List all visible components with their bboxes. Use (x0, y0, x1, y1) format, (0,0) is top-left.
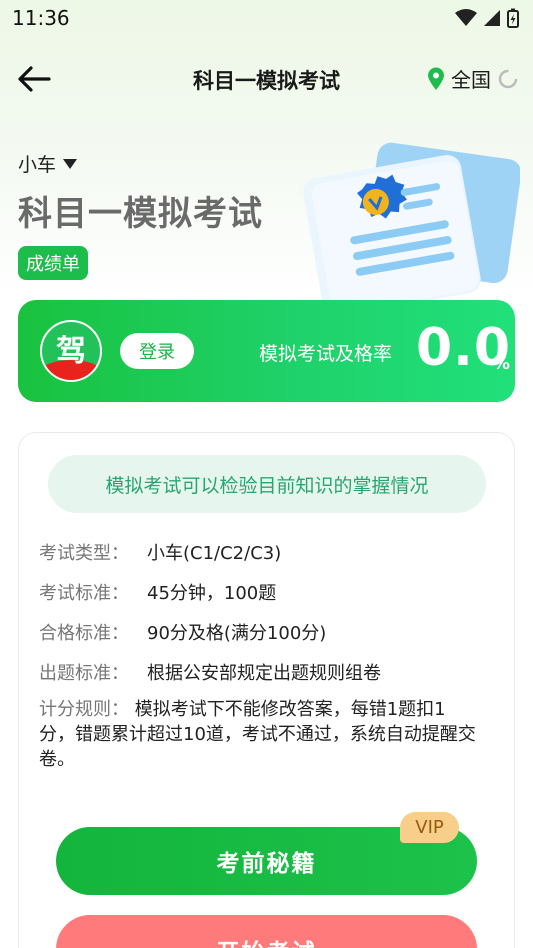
rule-value: 小车(C1/C2/C3) (147, 543, 282, 564)
rule-key: 合格标准： (39, 623, 129, 644)
pass-rate-label: 模拟考试及格率 (259, 343, 393, 365)
rule-key: 考试类型： (39, 543, 129, 564)
start-exam-button[interactable]: 开始考试 (56, 915, 477, 948)
rule-pass-standard: 合格标准： 90分及格(满分100分) (39, 619, 326, 645)
battery-icon (507, 8, 519, 28)
nav-bar: 科目一模拟考试 全国 (0, 52, 533, 106)
triangle-down-icon (63, 158, 78, 169)
signal-icon (484, 10, 500, 26)
rule-key: 考试标准： (39, 583, 129, 604)
rule-value: 根据公安部规定出题规则组卷 (147, 663, 381, 684)
pass-rate-card: 驾 登录 模拟考试及格率 0.0 % (18, 300, 515, 402)
wifi-icon (455, 9, 477, 26)
rule-question-standard: 出题标准： 根据公安部规定出题规则组卷 (39, 659, 381, 685)
app-logo: 驾 (40, 320, 102, 382)
rule-value: 45分钟，100题 (147, 583, 277, 604)
region-label: 全国 (451, 68, 491, 92)
pass-rate-unit: % (493, 354, 511, 374)
login-button[interactable]: 登录 (120, 333, 194, 369)
rule-key: 计分规则： (39, 699, 129, 720)
region-selector[interactable]: 全国 (427, 64, 519, 93)
location-pin-icon (428, 67, 444, 90)
logo-char: 驾 (56, 334, 86, 369)
status-icons (455, 8, 519, 28)
status-bar: 11:36 (0, 0, 533, 36)
rule-exam-type: 考试类型： 小车(C1/C2/C3) (39, 539, 281, 565)
rule-value: 90分及格(满分100分) (147, 623, 327, 644)
vehicle-type-dropdown[interactable]: 小车 (18, 150, 78, 177)
rule-exam-standard: 考试标准： 45分钟，100题 (39, 579, 276, 605)
hero-title: 科目一模拟考试 (18, 194, 263, 234)
status-time: 11:36 (12, 6, 70, 30)
hint-banner: 模拟考试可以检验目前知识的掌握情况 (48, 455, 486, 513)
vehicle-type-label: 小车 (18, 154, 57, 176)
vip-badge: VIP (400, 812, 459, 843)
exam-paper-illustration (303, 142, 520, 308)
score-report-button[interactable]: 成绩单 (18, 246, 88, 280)
refresh-icon[interactable] (497, 68, 519, 90)
rule-scoring: 计分规则： 模拟考试下不能修改答案，每错1题扣1分，错题累计超过10道，考试不通… (39, 697, 479, 772)
rule-key: 出题标准： (39, 663, 129, 684)
